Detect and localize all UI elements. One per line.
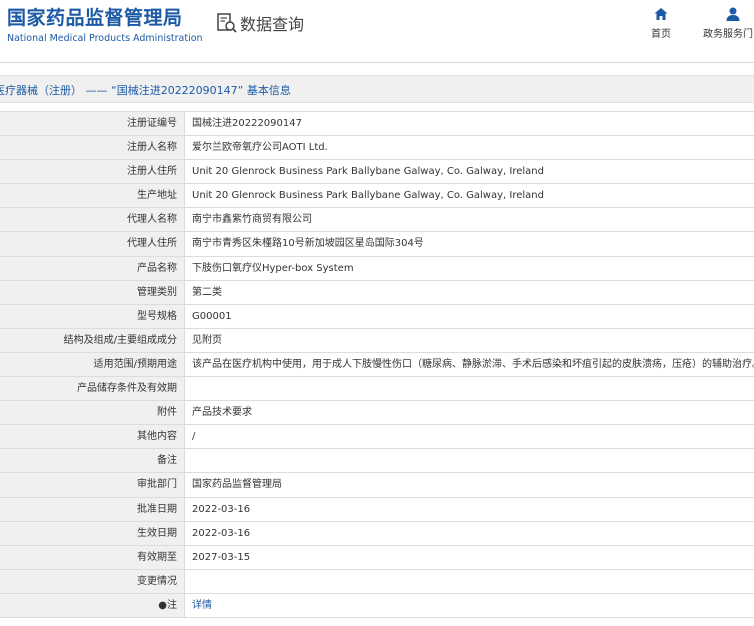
table-row: 型号规格 G00001: [0, 304, 754, 329]
field-label: 生产地址: [0, 184, 185, 208]
table-row: 注册人名称 爱尔兰欧帝氧疗公司AOTI Ltd.: [0, 136, 754, 161]
header-divider: [0, 62, 754, 63]
home-icon: [654, 8, 668, 20]
field-label: 产品名称: [0, 256, 185, 280]
field-label: 批准日期: [0, 497, 185, 521]
field-value: 国械注进20222090147: [192, 118, 302, 129]
table-row: 变更情况: [0, 569, 754, 594]
field-label: ●注: [0, 593, 185, 617]
field-value: 该产品在医疗机构中使用，用于成人下肢慢性伤口（糖尿病、静脉淤滞、手术后感染和坏疽…: [192, 358, 754, 370]
record-title: 医疗器械（注册） —— “国械注进20222090147” 基本信息: [0, 84, 291, 97]
field-label: 变更情况: [0, 569, 185, 593]
field-label: 生效日期: [0, 521, 185, 545]
field-label: 产品储存条件及有效期: [0, 377, 185, 401]
field-value: 2027-03-15: [192, 551, 251, 563]
table-row: 注册人住所 Unit 20 Glenrock Business Park Ball…: [0, 160, 754, 185]
field-label: 结构及组成/主要组成成分: [0, 328, 185, 352]
info-table: 注册证编号 国械注进20222090147 注册人名称 爱尔兰欧帝氧疗公司AOTI L…: [0, 111, 754, 618]
field-value: Unit 20 Glenrock Business Park Ballybane…: [192, 166, 544, 178]
nav-gov-label: 政务服务门...: [703, 29, 754, 40]
table-row: 注册证编号 国械注进20222090147: [0, 112, 754, 137]
field-value: 南宁市青秀区朱槿路10号新加坡园区星岛国际304号: [192, 238, 424, 250]
table-row: 其他内容 /: [0, 425, 754, 450]
table-row: 备注: [0, 449, 754, 474]
field-label: 代理人名称: [0, 208, 185, 232]
field-label: 注册证编号: [0, 112, 185, 136]
logo-en-text: National Medical Products Administration: [7, 33, 203, 44]
table-row: 结构及组成/主要组成成分 见附页: [0, 328, 754, 353]
table-row: 生效日期 2022-03-16: [0, 521, 754, 546]
nav-home[interactable]: 首页: [651, 6, 671, 40]
header: 国家药品监督管理局 National Medical Products Admi…: [0, 0, 754, 62]
field-value: 国家药品监督管理局: [192, 479, 282, 491]
table-row: ●注 详情: [0, 593, 754, 618]
field-value: Unit 20 Glenrock Business Park Ballybane…: [192, 190, 544, 202]
field-value: 详情: [185, 594, 754, 617]
nav-gov-service[interactable]: 政务服务门...: [703, 6, 754, 40]
table-row: 附件 产品技术要求: [0, 401, 754, 426]
field-value: [185, 449, 754, 472]
details-link[interactable]: 详情: [192, 600, 212, 611]
table-row: 适用范围/预期用途 该产品在医疗机构中使用，用于成人下肢慢性伤口（糖尿病、静脉淤滞…: [0, 352, 754, 378]
field-value: 爱尔兰欧帝氧疗公司AOTI Ltd.: [192, 142, 328, 154]
field-value: [185, 377, 754, 400]
search-icon: [217, 13, 237, 33]
field-value: 第二类: [192, 286, 222, 298]
record-title-bar: 医疗器械（注册） —— “国械注进20222090147” 基本信息: [0, 75, 754, 103]
field-value: 产品技术要求: [192, 407, 252, 419]
user-icon: [726, 7, 740, 21]
field-value: 2022-03-16: [192, 527, 251, 539]
field-label: 管理类别: [0, 280, 185, 304]
table-row: 审批部门 国家药品监督管理局: [0, 473, 754, 498]
table-row: 批准日期 2022-03-16: [0, 497, 754, 522]
field-value: 下肢伤口氧疗仪Hyper-box System: [192, 262, 354, 274]
field-label: 注册人住所: [0, 160, 185, 184]
field-value: /: [192, 431, 196, 443]
field-label: 型号规格: [0, 304, 185, 328]
table-row: 有效期至 2027-03-15: [0, 545, 754, 570]
field-label: 适用范围/预期用途: [0, 352, 185, 377]
table-row: 产品储存条件及有效期: [0, 377, 754, 402]
field-value: G00001: [192, 310, 232, 322]
table-row: 产品名称 下肢伤口氧疗仪Hyper-box System: [0, 256, 754, 281]
field-value: 南宁市鑫紫竹商贸有限公司: [192, 214, 312, 226]
table-row: 生产地址 Unit 20 Glenrock Business Park Bally…: [0, 184, 754, 209]
field-label: 其他内容: [0, 425, 185, 449]
table-row: 代理人住所 南宁市青秀区朱槿路10号新加坡园区星岛国际304号: [0, 232, 754, 257]
field-label: 有效期至: [0, 545, 185, 569]
field-label: 备注: [0, 449, 185, 473]
field-label: 注册人名称: [0, 136, 185, 160]
field-value: 2022-03-16: [192, 503, 251, 515]
nmpa-logo[interactable]: 国家药品监督管理局 National Medical Products Admi…: [7, 6, 203, 45]
field-value: 见附页: [192, 334, 222, 346]
table-row: 代理人名称 南宁市鑫紫竹商贸有限公司: [0, 208, 754, 233]
field-label: 附件: [0, 401, 185, 425]
field-label: 代理人住所: [0, 232, 185, 256]
logo-cn-text: 国家药品监督管理局: [7, 7, 183, 29]
field-label: 审批部门: [0, 473, 185, 497]
table-row: 管理类别 第二类: [0, 280, 754, 305]
data-query-link[interactable]: 数据查询: [216, 10, 304, 36]
data-query-label: 数据查询: [240, 15, 305, 34]
field-value: [185, 570, 754, 593]
nav-home-label: 首页: [651, 29, 671, 40]
